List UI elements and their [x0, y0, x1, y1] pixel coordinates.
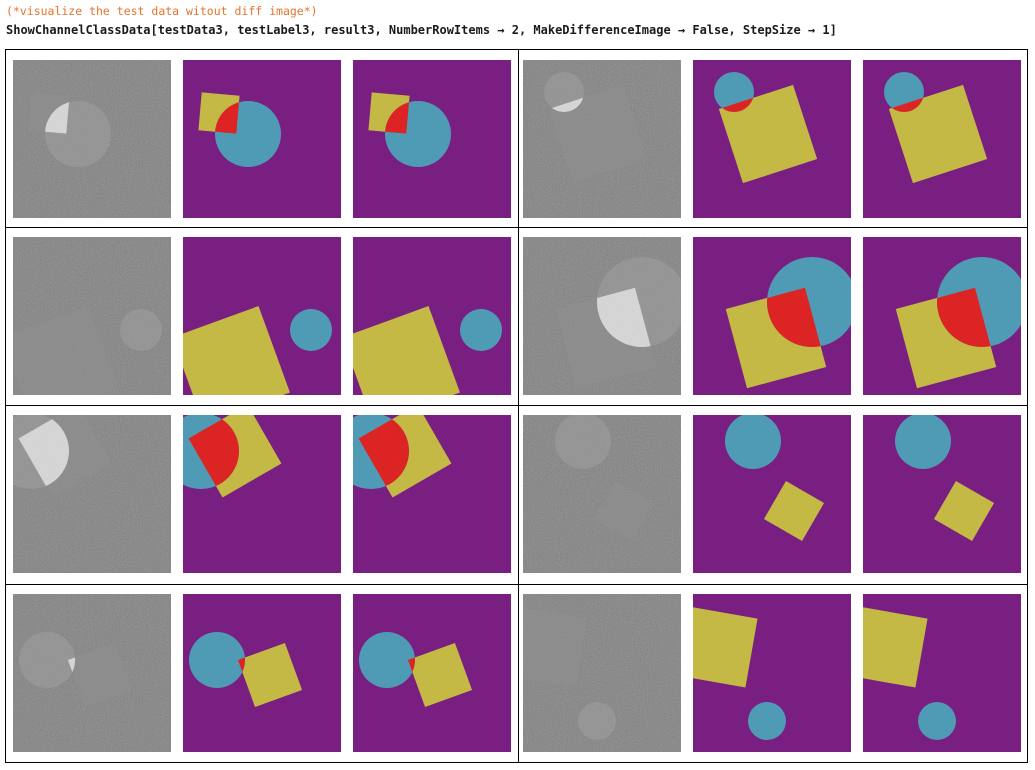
- predicted-label: [353, 594, 511, 752]
- column-divider: [518, 50, 519, 762]
- label-circle-region: [359, 632, 415, 688]
- label-circle-region: [290, 309, 332, 351]
- predicted-label: [863, 60, 1021, 218]
- ground-truth-label: [183, 60, 341, 218]
- input-comment: (*visualize the test data witout diff im…: [6, 4, 318, 18]
- predicted-label: [353, 237, 511, 395]
- input-code-line[interactable]: ShowChannelClassData[testData3, testLabe…: [6, 23, 837, 37]
- label-circle-region: [725, 415, 781, 469]
- input-image: [13, 60, 171, 218]
- predicted-label: [353, 415, 511, 573]
- ground-truth-label: [183, 594, 341, 752]
- label-circle-region: [748, 702, 786, 740]
- row-divider: [6, 227, 1027, 228]
- input-image: [523, 415, 681, 573]
- ground-truth-label: [183, 415, 341, 573]
- input-image: [13, 237, 171, 395]
- output-grid: [5, 49, 1028, 763]
- ground-truth-label: [693, 60, 851, 218]
- ground-truth-label: [693, 415, 851, 573]
- input-image: [13, 594, 171, 752]
- label-circle-region: [918, 702, 956, 740]
- label-circle-region: [895, 415, 951, 469]
- predicted-label: [863, 594, 1021, 752]
- input-image: [523, 237, 681, 395]
- row-divider: [6, 405, 1027, 406]
- predicted-label: [353, 60, 511, 218]
- predicted-label: [863, 237, 1021, 395]
- ground-truth-label: [693, 237, 851, 395]
- input-image: [523, 60, 681, 218]
- ground-truth-label: [183, 237, 341, 395]
- label-circle-region: [189, 632, 245, 688]
- label-circle-region: [460, 309, 502, 351]
- predicted-label: [863, 415, 1021, 573]
- input-image: [523, 594, 681, 752]
- input-image: [13, 415, 171, 573]
- ground-truth-label: [693, 594, 851, 752]
- row-divider: [6, 584, 1027, 585]
